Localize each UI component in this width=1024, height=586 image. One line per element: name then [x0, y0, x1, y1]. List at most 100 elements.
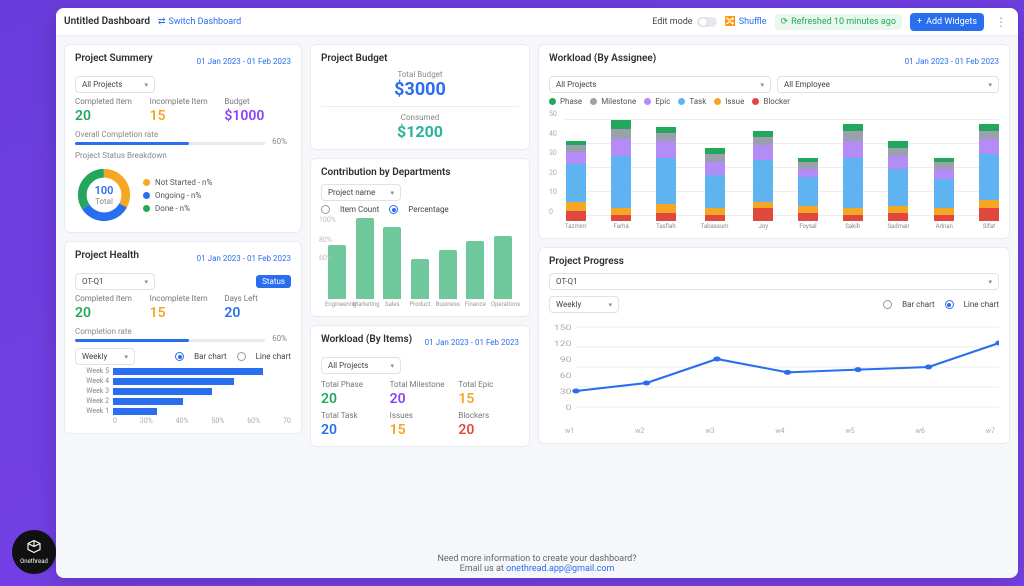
- contribution-card: Contribution by Departments Project name…: [310, 158, 530, 317]
- project-selector[interactable]: OT-Q1 ▾: [75, 273, 155, 290]
- budget-value: $1000: [224, 108, 291, 124]
- radio-percentage[interactable]: [389, 205, 398, 214]
- brand-logo[interactable]: Onethread: [12, 530, 56, 574]
- refresh-status[interactable]: ⟳ Refreshed 10 minutes ago: [775, 14, 902, 30]
- workload-legend: Phase Milestone Epic Task Issue Blocker: [549, 97, 999, 106]
- plus-icon: +: [917, 17, 922, 27]
- edit-mode-toggle[interactable]: Edit mode: [652, 17, 716, 27]
- swap-icon: ⇄: [158, 17, 166, 27]
- shuffle-icon: 🔀: [725, 17, 736, 27]
- total-budget: $3000: [321, 79, 519, 100]
- project-summary-card: Project Summery 01 Jan 2023 - 01 Feb 202…: [64, 44, 302, 233]
- overall-progress: 60%: [75, 142, 265, 145]
- radio-bar-chart[interactable]: [883, 300, 892, 309]
- date-range[interactable]: 01 Jan 2023 - 01 Feb 2023: [197, 57, 291, 66]
- chevron-down-icon: ▾: [144, 278, 148, 286]
- card-title: Workload (By Items): [321, 334, 412, 345]
- workload-items-card: Workload (By Items) 01 Jan 2023 - 01 Feb…: [310, 325, 530, 447]
- stacked-col: Joy: [753, 131, 773, 230]
- chevron-down-icon: ▾: [390, 362, 394, 370]
- add-widgets-button[interactable]: + Add Widgets: [910, 13, 984, 31]
- stacked-col: Tazmim: [565, 141, 586, 230]
- chevron-down-icon: ▾: [608, 301, 612, 309]
- incomplete-count: 15: [150, 108, 217, 124]
- shuffle-button[interactable]: 🔀 Shuffle: [725, 17, 767, 27]
- completion-progress: 60%: [75, 339, 265, 342]
- svg-text:120: 120: [554, 341, 572, 349]
- stacked-col: Adnan: [934, 158, 954, 230]
- stacked-col: Sakib: [843, 124, 863, 230]
- employee-selector[interactable]: All Employee▾: [777, 76, 999, 93]
- project-selector[interactable]: OT-Q1▾: [549, 273, 999, 290]
- project-progress-card: Project Progress OT-Q1▾ Weekly▾ Bar char…: [538, 247, 1010, 444]
- card-title: Project Budget: [321, 53, 519, 64]
- stacked-col: Farha: [611, 120, 631, 230]
- vbar-col: Marketing: [353, 218, 377, 308]
- radio-line-chart[interactable]: [945, 300, 954, 309]
- donut-legend: Not Started - n% Ongoing - n% Done - n%: [143, 178, 212, 213]
- project-selector[interactable]: All Projects ▾: [75, 76, 155, 93]
- stacked-col: Foysal: [798, 158, 818, 230]
- chevron-down-icon: ▾: [760, 81, 764, 89]
- project-budget-card: Project Budget Total Budget $3000 Consum…: [310, 44, 530, 150]
- chevron-down-icon: ▾: [988, 81, 992, 89]
- workload-assignee-card: Workload (By Assignee) 01 Jan 2023 - 01 …: [538, 44, 1010, 239]
- vbar-col: Product: [408, 259, 432, 309]
- hbar-row: Week 2: [75, 397, 291, 405]
- chevron-down-icon: ▾: [390, 189, 394, 197]
- card-title: Contribution by Departments: [321, 167, 519, 178]
- svg-text:90: 90: [560, 357, 572, 365]
- progress-line-chart: 0 30 60 90 120 150: [549, 317, 999, 427]
- project-selector[interactable]: Project name ▾: [321, 184, 401, 201]
- vbar-col: Finance: [463, 241, 487, 309]
- card-title: Project Health: [75, 250, 139, 261]
- refresh-icon: ⟳: [781, 17, 789, 27]
- dashboard-title: Untitled Dashboard: [64, 16, 150, 27]
- card-title: Project Summery: [75, 53, 153, 64]
- topbar: Untitled Dashboard ⇄ Switch Dashboard Ed…: [56, 8, 1018, 36]
- period-selector[interactable]: Weekly▾: [549, 296, 619, 313]
- date-range[interactable]: 01 Jan 2023 - 01 Feb 2023: [425, 338, 519, 347]
- svg-text:150: 150: [554, 325, 572, 333]
- hbar-row: Week 1: [75, 407, 291, 415]
- svg-text:0: 0: [566, 405, 572, 413]
- project-selector[interactable]: All Projects▾: [549, 76, 771, 93]
- switch-dashboard-link[interactable]: ⇄ Switch Dashboard: [158, 17, 241, 27]
- date-range[interactable]: 01 Jan 2023 - 01 Feb 2023: [905, 57, 999, 66]
- toggle-icon: [697, 17, 717, 27]
- workload-stacked-chart: 01020304050 TazmimFarhaTasfiahTabassumJo…: [549, 110, 999, 230]
- chevron-down-icon: ▾: [144, 81, 148, 89]
- stacked-col: Tabassum: [701, 148, 729, 230]
- health-bar-chart: Week 5 Week 4 Week 3 Week 2 Week 1: [75, 367, 291, 415]
- consumed-budget: $1200: [321, 122, 519, 141]
- period-selector[interactable]: Weekly ▾: [75, 348, 135, 365]
- stacked-col: Sifat: [979, 124, 999, 230]
- stacked-col: Tasfiah: [656, 127, 676, 230]
- radio-line-chart[interactable]: [237, 352, 246, 361]
- stacked-col: Sadman: [887, 141, 909, 230]
- hbar-row: Week 3: [75, 387, 291, 395]
- more-menu-button[interactable]: ⋮: [992, 15, 1010, 29]
- hbar-row: Week 5: [75, 367, 291, 375]
- contribution-bar-chart: 100% 80% 60% EngineeringMarketingSalesPr…: [321, 218, 519, 308]
- project-selector[interactable]: All Projects ▾: [321, 357, 401, 374]
- card-title: Project Progress: [549, 256, 999, 267]
- status-button[interactable]: Status: [256, 275, 291, 288]
- project-health-card: Project Health 01 Jan 2023 - 01 Feb 2023…: [64, 241, 302, 434]
- status-donut-chart: 100Total: [75, 166, 133, 224]
- vbar-col: Sales: [380, 227, 404, 308]
- card-title: Workload (By Assignee): [549, 53, 656, 64]
- footer-help: Need more information to create your das…: [56, 548, 1018, 578]
- radio-item-count[interactable]: [321, 205, 330, 214]
- svg-text:30: 30: [560, 389, 572, 397]
- radio-bar-chart[interactable]: [175, 352, 184, 361]
- chevron-down-icon: ▾: [124, 353, 128, 361]
- date-range[interactable]: 01 Jan 2023 - 01 Feb 2023: [197, 254, 291, 263]
- cube-icon: [25, 539, 43, 557]
- vbar-col: Business: [436, 250, 460, 309]
- svg-text:60: 60: [560, 373, 572, 381]
- support-email-link[interactable]: onethread.app@gmail.com: [506, 564, 614, 574]
- vbar-col: Operations: [491, 236, 515, 308]
- hbar-row: Week 4: [75, 377, 291, 385]
- chevron-down-icon: ▾: [988, 278, 992, 286]
